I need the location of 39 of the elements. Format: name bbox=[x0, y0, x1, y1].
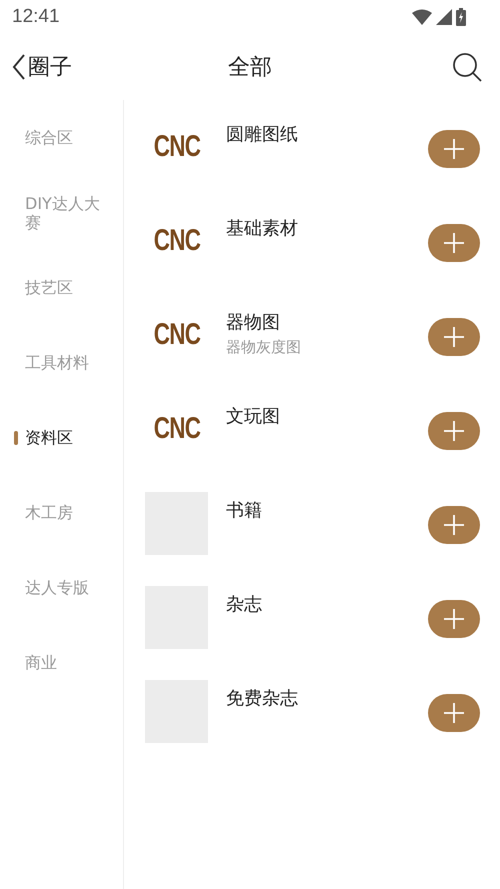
category-item[interactable]: 木工房 bbox=[0, 475, 123, 550]
category-item[interactable]: 综合区 bbox=[0, 100, 123, 175]
join-button[interactable] bbox=[428, 130, 480, 168]
group-title: 文玩图 bbox=[226, 405, 281, 428]
search-icon bbox=[452, 52, 482, 82]
plus-icon bbox=[443, 326, 465, 348]
category-item[interactable]: 技艺区 bbox=[0, 250, 123, 325]
group-title: 免费杂志 bbox=[226, 687, 299, 710]
join-button[interactable] bbox=[428, 224, 480, 262]
join-button[interactable] bbox=[428, 318, 480, 356]
back-button[interactable]: 圈子 bbox=[12, 52, 72, 82]
category-item[interactable]: 资料区 bbox=[0, 400, 123, 475]
search-button[interactable] bbox=[452, 52, 482, 82]
group-title: 圆雕图纸 bbox=[226, 123, 299, 146]
join-button[interactable] bbox=[428, 694, 480, 732]
signal-icon bbox=[436, 9, 452, 25]
group-title: 书籍 bbox=[226, 499, 263, 522]
join-button[interactable] bbox=[428, 412, 480, 450]
battery-icon bbox=[456, 8, 466, 26]
group-subtitle: 器物灰度图 bbox=[226, 338, 302, 357]
plus-icon bbox=[443, 232, 465, 254]
plus-icon bbox=[443, 608, 465, 630]
category-item[interactable]: 达人专版 bbox=[0, 550, 123, 625]
back-icon bbox=[12, 54, 26, 80]
group-title: 杂志 bbox=[226, 593, 263, 616]
wifi-icon bbox=[412, 9, 432, 25]
plus-icon bbox=[443, 138, 465, 160]
plus-icon bbox=[443, 420, 465, 442]
plus-icon bbox=[443, 702, 465, 724]
plus-icon bbox=[443, 514, 465, 536]
category-item[interactable]: 工具材料 bbox=[0, 325, 123, 400]
group-title: 器物图 bbox=[226, 311, 281, 334]
category-item[interactable]: DIY达人大赛 bbox=[0, 175, 123, 250]
page-title: 全部 bbox=[228, 54, 272, 82]
status-time: 12:41 bbox=[12, 6, 60, 28]
join-button[interactable] bbox=[428, 506, 480, 544]
join-button[interactable] bbox=[428, 600, 480, 638]
group-title: 基础素材 bbox=[226, 217, 299, 240]
category-item[interactable]: 商业 bbox=[0, 625, 123, 700]
